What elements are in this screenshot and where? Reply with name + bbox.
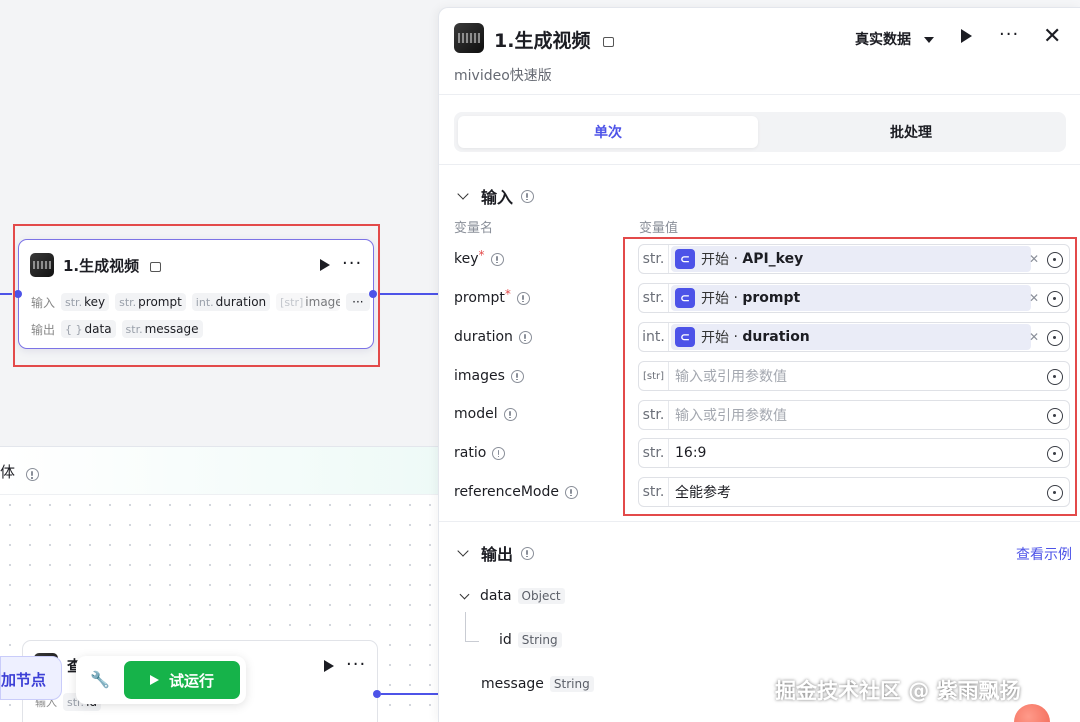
output-tree-id: id String — [499, 632, 562, 648]
loop-title: 体 — [0, 463, 16, 481]
mode-tabs: 单次 批处理 — [454, 112, 1066, 152]
edge-out — [378, 293, 440, 295]
run-play-icon — [149, 675, 159, 685]
node2-more-icon[interactable]: ··· — [346, 656, 366, 674]
info-icon[interactable] — [516, 291, 530, 305]
node2-output-port[interactable] — [373, 690, 381, 698]
info-icon[interactable] — [492, 446, 506, 460]
tree-connector — [465, 612, 479, 642]
loop-header: 体 — [0, 447, 440, 495]
view-example-link[interactable]: 查看示例 — [1016, 544, 1072, 564]
param-label-images: images — [454, 368, 524, 384]
bottom-toolbar: 🔧 试运行 — [76, 656, 246, 704]
header-divider — [439, 94, 1080, 95]
test-run-button[interactable]: 试运行 — [124, 661, 240, 699]
chevron-down-icon — [923, 37, 934, 43]
output-tree-data[interactable]: data Object — [459, 588, 565, 604]
add-node-button[interactable]: 加节点 — [0, 656, 62, 700]
node-config-panel: 1.生成视频 mivideo快速版 真实数据 ··· ✕ 单次 批处理 输入 变… — [438, 7, 1080, 722]
type-tag: String — [517, 632, 562, 648]
tab-single[interactable]: 单次 — [458, 116, 758, 148]
param-label-key: key * — [454, 248, 504, 267]
column-header-value: 变量值 — [639, 221, 679, 236]
input-section-title: 输入 — [481, 188, 514, 207]
input-section-header[interactable]: 输入 — [457, 184, 535, 208]
info-icon[interactable] — [565, 485, 578, 499]
plugin-icon — [603, 36, 615, 47]
data-mode-dropdown[interactable]: 真实数据 — [855, 29, 934, 49]
param-label-referencemode: referenceMode — [454, 484, 578, 500]
chevron-down-icon — [457, 188, 469, 200]
type-tag: String — [549, 676, 594, 692]
info-icon[interactable] — [521, 546, 535, 560]
param-label-prompt: prompt * — [454, 287, 530, 306]
add-node-label: 加节点 — [1, 671, 47, 689]
highlight-box-node — [13, 224, 380, 367]
run-icon[interactable] — [961, 29, 972, 43]
test-run-label: 试运行 — [168, 671, 214, 690]
more-icon[interactable]: ··· — [999, 26, 1019, 44]
info-icon[interactable] — [521, 189, 535, 203]
video-plugin-icon — [454, 23, 484, 53]
chevron-down-icon — [457, 545, 469, 557]
info-icon[interactable] — [26, 468, 39, 481]
param-label-duration: duration — [454, 329, 532, 345]
watermark: 掘金技术社区 @ 紫雨飘扬 — [775, 679, 1021, 703]
close-icon[interactable]: ✕ — [1043, 24, 1061, 49]
param-label-model: model — [454, 406, 517, 422]
chevron-down-icon[interactable] — [459, 589, 470, 599]
wrench-icon[interactable]: 🔧 — [90, 670, 110, 689]
output-section-title: 输出 — [481, 545, 514, 564]
node2-run-icon[interactable] — [324, 660, 334, 672]
highlight-box-params — [623, 237, 1077, 516]
workflow-canvas[interactable]: 1.生成视频 ··· 输入 str. key str. prompt int. dur… — [0, 0, 440, 722]
data-mode-label: 真实数据 — [855, 32, 911, 48]
output-section-header[interactable]: 输出 — [457, 541, 535, 565]
type-tag: Object — [517, 588, 565, 604]
tabs-divider — [439, 164, 1080, 165]
edge-out-2 — [381, 693, 440, 695]
info-icon[interactable] — [490, 252, 504, 266]
tab-batch[interactable]: 批处理 — [760, 116, 1062, 148]
panel-title: 1.生成视频 — [494, 30, 591, 52]
edge-in — [0, 293, 12, 295]
info-icon[interactable] — [503, 407, 517, 421]
section-divider — [439, 521, 1080, 522]
info-icon[interactable] — [518, 330, 532, 344]
panel-subtitle: mivideo快速版 — [454, 68, 552, 84]
param-label-ratio: ratio — [454, 445, 506, 461]
column-header-name: 变量名 — [454, 221, 494, 236]
output-tree-message: message String — [481, 676, 594, 692]
info-icon[interactable] — [510, 369, 524, 383]
